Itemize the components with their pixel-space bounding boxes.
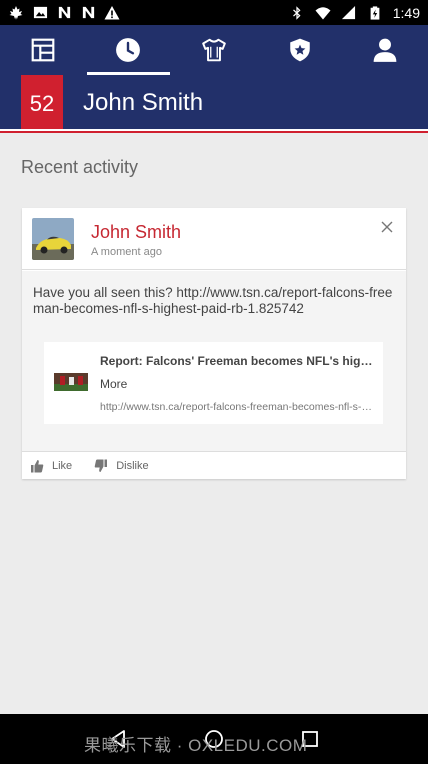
player-name: John Smith <box>83 89 204 116</box>
battery-icon <box>367 5 383 21</box>
tab-jersey[interactable] <box>171 25 257 75</box>
wifi-icon <box>315 5 331 21</box>
avatar[interactable] <box>32 218 74 260</box>
clock-icon <box>116 38 141 62</box>
watermark-text: 果曦乐下载 · OXLEDU.COM <box>84 736 308 755</box>
close-icon[interactable] <box>380 220 394 234</box>
header-divider <box>0 129 428 133</box>
card-header: John Smith A moment ago <box>22 208 406 270</box>
player-number-badge: 52 <box>21 75 63 132</box>
tab-dashboard[interactable] <box>0 25 86 75</box>
post-body: Have you all seen this? http://www.tsn.c… <box>22 271 406 451</box>
section-title: Recent activity <box>21 157 139 177</box>
tab-profile[interactable] <box>342 25 428 75</box>
n-icon <box>80 5 96 21</box>
dislike-label: Dislike <box>116 459 149 472</box>
thumbs-up-icon <box>31 459 44 472</box>
post-text: Have you all seen this? http://www.tsn.c… <box>33 285 393 316</box>
status-time: 1:49 <box>392 4 420 21</box>
thumbs-down-icon <box>94 459 108 472</box>
tab-activity[interactable] <box>86 25 172 75</box>
player-header: 52 John Smith <box>0 75 428 132</box>
link-more[interactable]: More <box>100 377 127 391</box>
like-label: Like <box>52 459 73 472</box>
link-title[interactable]: Report: Falcons' Freeman becomes NFL's h… <box>100 354 374 368</box>
link-url[interactable]: http://www.tsn.ca/report-falcons-freeman… <box>100 401 374 413</box>
person-icon <box>373 38 397 62</box>
n-icon <box>56 5 72 21</box>
activity-card: John Smith A moment ago Have you all see… <box>22 208 406 479</box>
jersey-icon <box>202 38 226 62</box>
dislike-button[interactable]: Dislike <box>94 459 149 473</box>
signal-icon <box>341 5 357 21</box>
status-bar: 1:49 <box>0 0 428 25</box>
post-actions: Like Dislike <box>22 451 406 479</box>
dashboard-icon <box>31 38 55 62</box>
link-thumbnail <box>54 373 88 391</box>
nav-tabs <box>0 25 428 75</box>
tab-team[interactable] <box>257 25 343 75</box>
post-author[interactable]: John Smith <box>91 222 181 243</box>
bluetooth-icon <box>289 5 305 21</box>
maple-leaf-icon <box>8 5 24 21</box>
image-icon <box>32 5 48 21</box>
like-button[interactable]: Like <box>30 459 72 473</box>
warning-icon <box>104 5 120 21</box>
shield-star-icon <box>289 38 310 62</box>
link-preview[interactable]: Report: Falcons' Freeman becomes NFL's h… <box>44 342 383 424</box>
post-timestamp: A moment ago <box>91 246 162 258</box>
app-header: 52 John Smith <box>0 25 428 133</box>
